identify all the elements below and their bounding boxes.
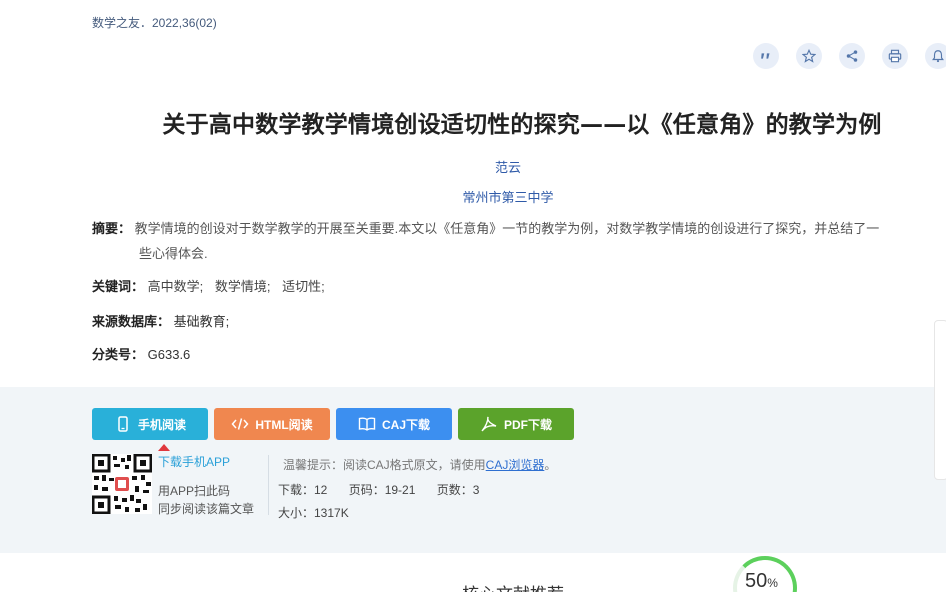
abstract-text-line2: 些心得体会. — [139, 246, 208, 261]
side-panel-edge[interactable] — [934, 320, 946, 480]
article-title: 关于高中数学教学情境创设适切性的探究——以《任意角》的教学为例 — [162, 112, 882, 138]
article-organization[interactable]: 常州市第三中学 — [0, 187, 946, 206]
pdf-download-label: PDF下载 — [503, 417, 552, 432]
app-instruction-line2: 同步阅读该篇文章 — [158, 502, 255, 516]
progress-number: 50 — [745, 570, 768, 592]
star-icon — [802, 49, 816, 63]
notify-button[interactable] — [925, 43, 946, 69]
app-instructions: 用APP扫此码 同步阅读该篇文章 — [158, 482, 254, 518]
caj-tip-text: 温馨提示：阅读CAJ格式原文，请使用 — [283, 458, 486, 472]
database-label: 来源数据库： — [92, 314, 171, 329]
database-value: 基础教育; — [173, 314, 230, 329]
html-read-label: HTML阅读 — [255, 417, 313, 432]
share-icon — [846, 50, 858, 62]
file-size: 大小：1317K — [278, 506, 349, 520]
panel-divider — [268, 455, 269, 515]
caj-tip: 温馨提示：阅读CAJ格式原文，请使用CAJ浏览器。 — [283, 456, 556, 473]
reading-progress-value: 50% — [745, 570, 778, 592]
database-section: 来源数据库： 基础教育; — [92, 309, 229, 334]
code-icon — [231, 418, 249, 430]
pdf-download-button[interactable]: PDF下载 — [458, 408, 574, 440]
abstract-section: 摘要： 教学情境的创设对于数学教学的开展至关重要.本文以《任意角》一节的教学为例… — [92, 216, 946, 266]
app-instruction-line1: 用APP扫此码 — [158, 484, 231, 498]
favorite-button[interactable] — [796, 43, 822, 69]
page-range: 页码：19-21 — [348, 483, 416, 497]
caj-download-button[interactable]: CAJ下载 — [336, 408, 452, 440]
active-indicator — [158, 444, 170, 451]
download-app-link[interactable]: 下载手机APP — [158, 453, 230, 470]
bell-icon — [932, 50, 944, 63]
keyword-link[interactable]: 适切性; — [282, 279, 325, 294]
download-panel: 手机阅读 HTML阅读 CAJ下载 PDF下载 下载手机APP 用APP扫此码 — [0, 387, 946, 553]
keywords-section: 关键词： 高中数学; 数学情境; 适切性; — [92, 274, 333, 299]
abstract-text-line1: 教学情境的创设对于数学教学的开展至关重要.本文以《任意角》一节的教学为例，对数学… — [134, 221, 880, 236]
html-read-button[interactable]: HTML阅读 — [214, 408, 330, 440]
source-journal[interactable]: 数学之友．2022,36(02) — [92, 14, 217, 31]
article-author[interactable]: 范云 — [0, 157, 946, 176]
toolbar — [753, 43, 946, 69]
classification-label: 分类号： — [92, 347, 145, 362]
share-button[interactable] — [839, 43, 865, 69]
book-icon — [358, 417, 376, 431]
quote-icon — [761, 53, 770, 59]
caj-tip-suffix: 。 — [544, 458, 557, 472]
page-count: 页数：3 — [436, 483, 480, 497]
abstract-label: 摘要： — [92, 221, 132, 236]
print-icon — [888, 49, 902, 63]
caj-browser-link[interactable]: CAJ浏览器 — [486, 458, 545, 472]
mobile-read-button[interactable]: 手机阅读 — [92, 408, 208, 440]
mobile-read-label: 手机阅读 — [137, 417, 186, 432]
keyword-link[interactable]: 数学情境; — [215, 279, 271, 294]
keywords-label: 关键词： — [92, 279, 145, 294]
quote-button[interactable] — [753, 43, 779, 69]
phone-icon — [118, 416, 128, 432]
print-button[interactable] — [882, 43, 908, 69]
classification-section: 分类号： G633.6 — [92, 342, 190, 367]
article-stats: 下载：12 页码：19-21 页数：3 — [278, 481, 497, 498]
keyword-link[interactable]: 高中数学; — [148, 279, 204, 294]
pdf-icon — [481, 416, 497, 432]
qr-code — [92, 454, 152, 514]
classification-value: G633.6 — [147, 347, 191, 362]
caj-download-label: CAJ下载 — [381, 417, 430, 432]
recommend-title: 核心文献推荐 — [462, 580, 564, 592]
download-count: 下载：12 — [278, 483, 328, 497]
progress-unit: % — [767, 576, 778, 590]
